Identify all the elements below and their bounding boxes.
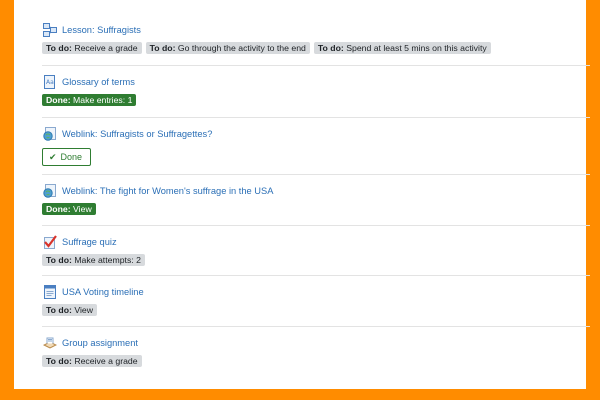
activity-lesson-suffragists: Lesson: Suffragists To do: Receive a gra… (42, 14, 590, 66)
activity-glossary: Aa Glossary of terms Done: Make entries:… (42, 66, 590, 118)
activity-link-quiz[interactable]: Suffrage quiz (62, 237, 117, 247)
globe-icon (43, 184, 57, 198)
activity-quiz: Suffrage quiz To do: Make attempts: 2 (42, 226, 590, 276)
page-icon (43, 285, 57, 299)
activity-assignment: Group assignment To do: Receive a grade (42, 327, 590, 377)
quiz-icon (43, 235, 57, 249)
activity-list: Lesson: Suffragists To do: Receive a gra… (42, 14, 590, 377)
glossary-icon: Aa (43, 75, 57, 89)
lesson-icon (43, 23, 57, 37)
activity-page-timeline: USA Voting timeline To do: View (42, 276, 590, 327)
assignment-icon (43, 336, 57, 350)
completion-badge-todo: To do: Make attempts: 2 (42, 254, 145, 266)
activity-link-assignment[interactable]: Group assignment (62, 338, 138, 348)
activity-link-weblink-suffragists[interactable]: Weblink: Suffragists or Suffragettes? (62, 129, 212, 139)
globe-icon (43, 127, 57, 141)
mark-done-button[interactable]: ✔ Done (42, 148, 92, 166)
completion-badge-done: Done: View (42, 203, 96, 215)
completion-badge-todo: To do: Spend at least 5 mins on this act… (313, 42, 491, 54)
completion-badge-todo: To do: View (42, 304, 97, 316)
check-icon: ✔ (49, 151, 57, 162)
activity-weblink-suffragists: Weblink: Suffragists or Suffragettes? ✔ … (42, 118, 590, 175)
course-content-panel: Lesson: Suffragists To do: Receive a gra… (14, 0, 590, 389)
svg-text:Aa: Aa (46, 79, 54, 86)
completion-badge-todo: To do: Receive a grade (42, 355, 142, 367)
activity-link-glossary[interactable]: Glossary of terms (62, 77, 135, 87)
completion-badge-done: Done: Make entries: 1 (42, 94, 137, 106)
completion-badge-todo: To do: Go through the activity to the en… (145, 42, 310, 54)
activity-link-timeline[interactable]: USA Voting timeline (62, 287, 144, 297)
activity-weblink-fight: Weblink: The fight for Women's suffrage … (42, 175, 590, 226)
completion-badge-todo: To do: Receive a grade (42, 42, 142, 54)
activity-link-lesson-suffragists[interactable]: Lesson: Suffragists (62, 25, 141, 35)
activity-link-weblink-fight[interactable]: Weblink: The fight for Women's suffrage … (62, 186, 273, 196)
